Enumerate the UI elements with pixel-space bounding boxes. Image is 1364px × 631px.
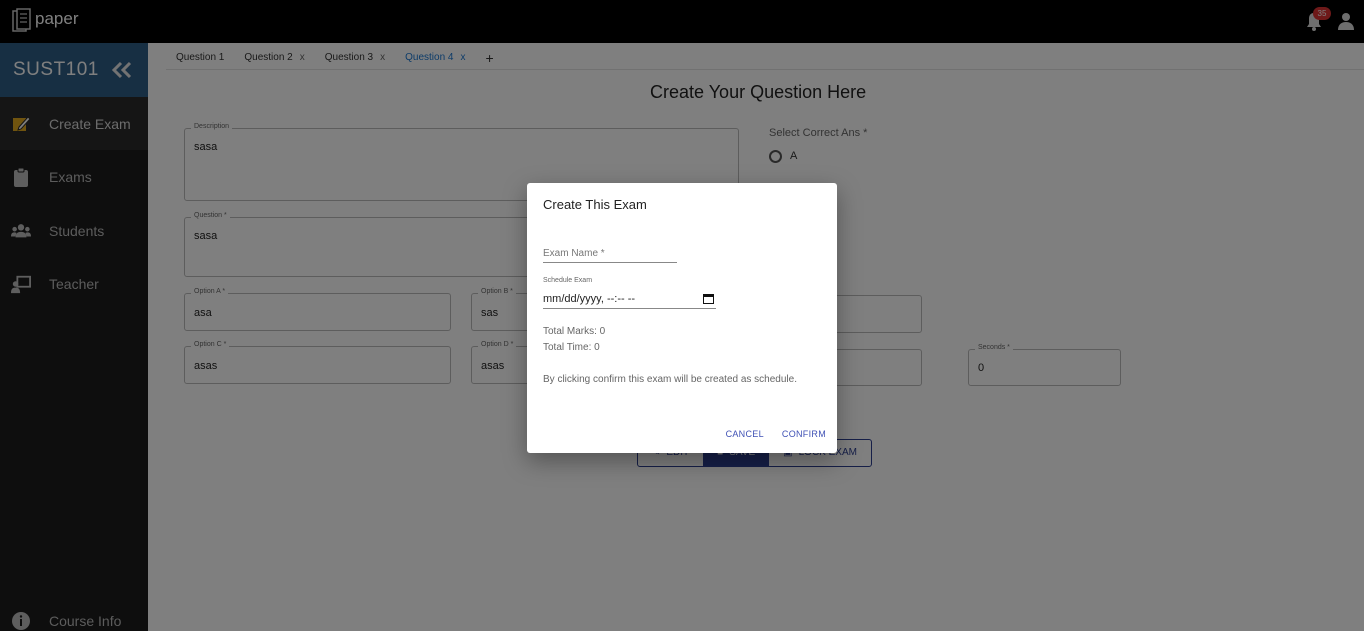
dialog-title: Create This Exam [543,197,647,212]
create-exam-dialog: Create This Exam Exam Name * Schedule Ex… [527,183,837,453]
dialog-actions: CANCEL CONFIRM [726,429,826,439]
cancel-button[interactable]: CANCEL [726,429,764,439]
total-marks-text: Total Marks: 0 [543,326,606,337]
confirm-notice-text: By clicking confirm this exam will be cr… [543,374,797,385]
datetime-value: mm/dd/yyyy, --:-- -- [543,292,636,305]
exam-name-placeholder: Exam Name * [543,248,605,259]
total-time-text: Total Time: 0 [543,342,600,353]
confirm-button[interactable]: CONFIRM [782,429,826,439]
calendar-icon[interactable] [703,293,714,304]
schedule-datetime-input[interactable]: mm/dd/yyyy, --:-- -- [543,289,716,309]
schedule-exam-label: Schedule Exam [543,277,593,284]
exam-name-input[interactable]: Exam Name * [543,243,677,263]
